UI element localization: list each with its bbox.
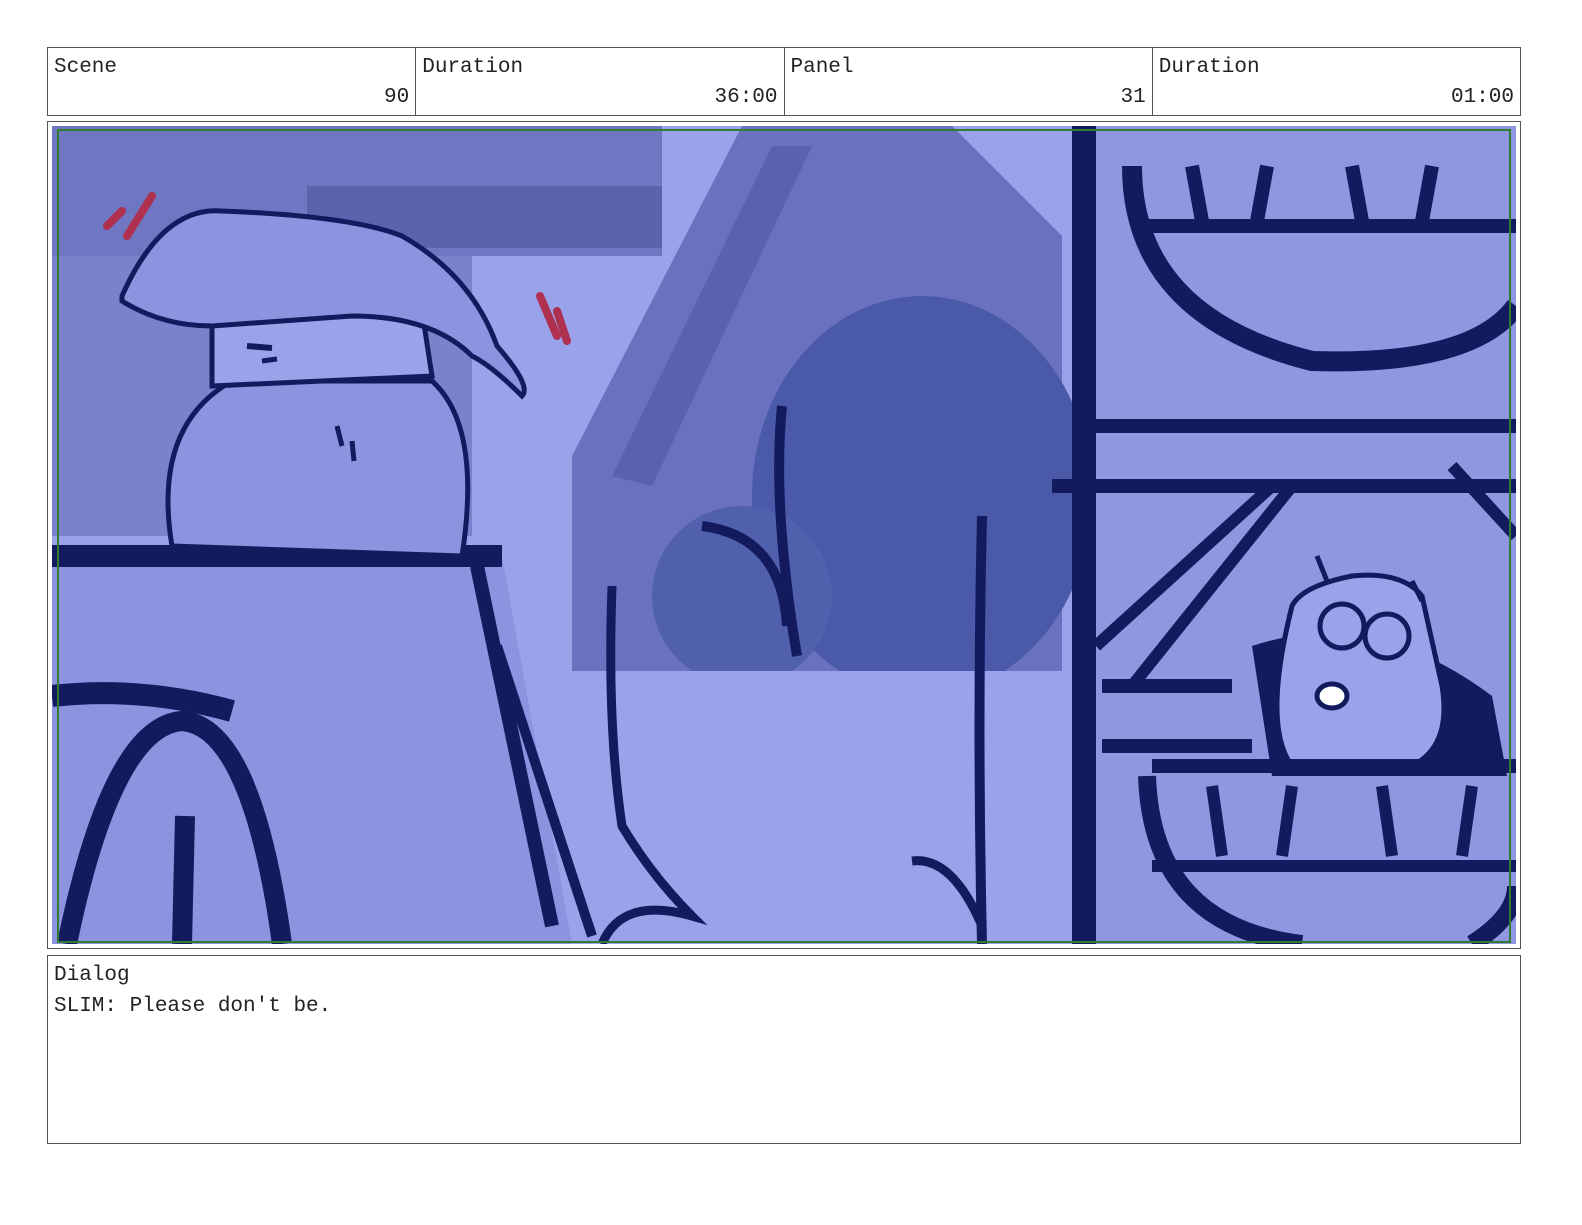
dialog-label: Dialog — [54, 964, 130, 987]
panel-duration-cell: Duration 01:00 — [1153, 48, 1520, 115]
ground — [522, 671, 1082, 944]
character-body — [165, 378, 471, 559]
scene-cell: Scene 90 — [48, 48, 417, 115]
scene-duration-value: 36:00 — [714, 86, 778, 109]
panel-duration-value: 01:00 — [1450, 86, 1514, 109]
scene-number: 90 — [384, 86, 410, 109]
scene-duration-label: Duration — [422, 56, 524, 79]
dialog-text: SLIM: Please don't be. — [54, 995, 332, 1018]
dialog-box: Dialog SLIM: Please don't be. — [47, 955, 1521, 1144]
slim-character — [1274, 572, 1447, 769]
panel-duration-label: Duration — [1158, 56, 1260, 79]
window-post — [1072, 126, 1096, 944]
panel-header: Scene 90 Duration 36:00 Panel 31 Duratio… — [47, 47, 1521, 116]
panel-number: 31 — [1120, 86, 1146, 109]
storyboard-frame — [47, 121, 1521, 949]
scene-duration-cell: Duration 36:00 — [416, 48, 785, 115]
panel-label: Panel — [790, 56, 854, 79]
panel-cell: Panel 31 — [785, 48, 1153, 115]
storyboard-drawing — [52, 126, 1516, 944]
scene-label: Scene — [54, 56, 118, 79]
